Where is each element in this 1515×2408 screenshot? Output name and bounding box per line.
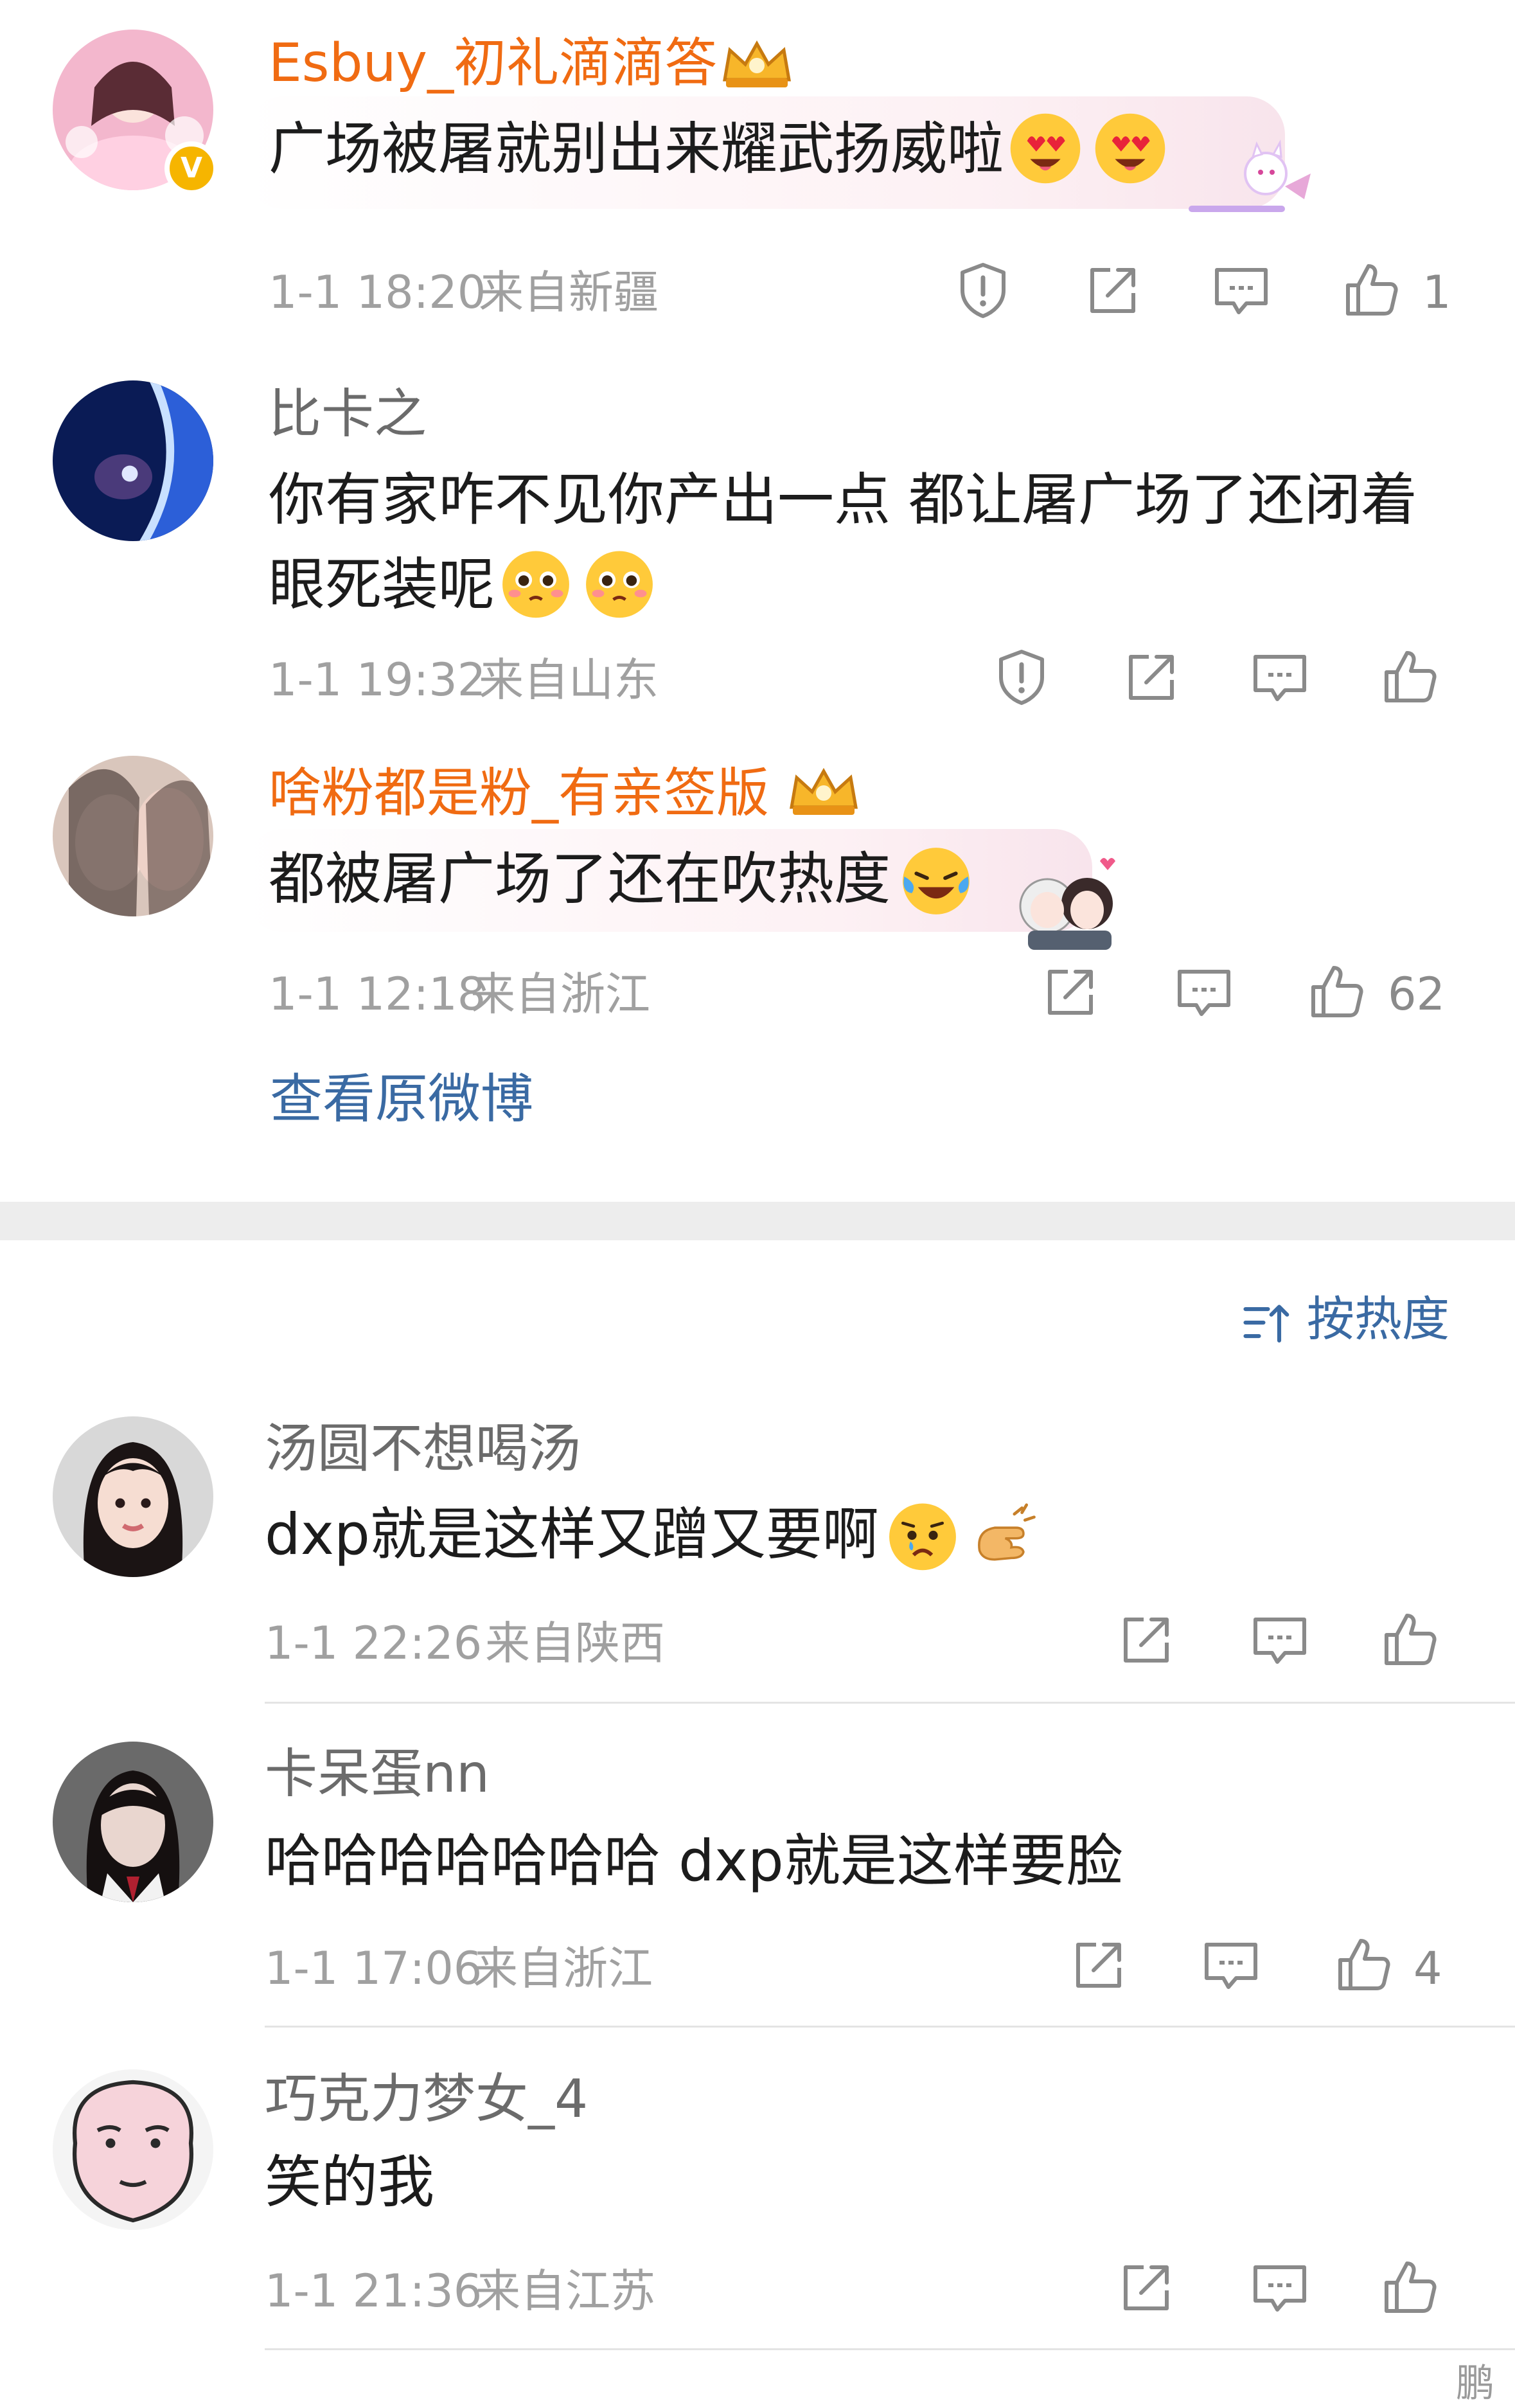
like-count: 1 — [1422, 266, 1451, 319]
comment-icon[interactable] — [1173, 961, 1235, 1023]
username[interactable]: Esbuy_初礼滴滴答 — [269, 37, 717, 90]
crying-laughing-emoji-icon — [903, 848, 970, 914]
avatar[interactable] — [53, 2069, 213, 2230]
comment-location: 来自浙江 — [470, 968, 650, 1021]
watermark: 鹏 — [1456, 2361, 1494, 2406]
heart-eyes-emoji-icon — [1010, 113, 1081, 184]
comment-location: 来自陕西 — [485, 1617, 665, 1670]
comment-icon[interactable] — [1210, 260, 1272, 321]
like-count: 4 — [1413, 1942, 1442, 1995]
like-icon[interactable] — [1306, 961, 1367, 1023]
like-icon[interactable] — [1333, 1934, 1394, 1996]
share-icon[interactable] — [1115, 2257, 1177, 2319]
username[interactable]: 汤圆不想喝汤 — [265, 1423, 581, 1476]
comment-time: 1-1 12:18 — [269, 968, 486, 1021]
comment-icon[interactable] — [1249, 2257, 1311, 2319]
share-icon[interactable] — [1068, 1934, 1130, 1996]
comment-text: 都被屠广场了还在吹热度 — [269, 846, 891, 912]
vip-crown-icon — [723, 40, 791, 87]
comment-text: 哈哈哈哈哈哈哈 dxp就是这样要脸 — [265, 1828, 1123, 1894]
sad-face-emoji-icon — [889, 1503, 956, 1571]
comment-text: 广场被屠就别出来耀武扬威啦 — [269, 116, 1004, 182]
comment-text: dxp就是这样又蹭又要啊 — [265, 1501, 879, 1567]
comment-time: 1-1 21:36 — [265, 2265, 483, 2317]
username[interactable]: 卡呆蛋nn — [265, 1748, 490, 1801]
like-count: 62 — [1388, 968, 1446, 1021]
avatar[interactable] — [53, 756, 213, 916]
heart-eyes-emoji-icon — [1095, 113, 1165, 184]
comment-icon[interactable] — [1249, 1609, 1311, 1671]
bubble-decoration-icon — [1019, 858, 1115, 950]
section-divider — [0, 1202, 1515, 1240]
report-icon[interactable] — [952, 260, 1014, 321]
comment-divider — [265, 2348, 1515, 2350]
like-icon[interactable] — [1340, 260, 1402, 321]
share-icon[interactable] — [1115, 1609, 1177, 1671]
avatar[interactable] — [53, 1742, 213, 1902]
comment-icon[interactable] — [1249, 647, 1311, 708]
sort-icon[interactable] — [1239, 1296, 1293, 1350]
comment-time: 1-1 22:26 — [265, 1617, 483, 1670]
like-icon[interactable] — [1379, 1609, 1440, 1671]
sort-by-hot-button[interactable]: 按热度 — [1307, 1296, 1449, 1343]
comment-location: 来自山东 — [479, 654, 659, 706]
bubble-decoration-icon — [1189, 139, 1311, 212]
comment-time: 1-1 18:20 — [269, 266, 486, 319]
beckoning-hand-emoji-icon — [978, 1503, 1036, 1561]
comment-location: 来自新疆 — [479, 266, 659, 319]
pleading-face-emoji-icon — [586, 551, 653, 618]
avatar[interactable] — [53, 380, 213, 541]
comment-location: 来自浙江 — [473, 1942, 653, 1995]
username[interactable]: 巧克力梦女_4 — [265, 2073, 588, 2126]
comment-text: 你有家咋不见你产出一点 都让屠广场了还闭着 — [269, 467, 1417, 533]
comment-time: 1-1 19:32 — [269, 654, 486, 706]
comment-text: 笑的我 — [265, 2149, 435, 2215]
like-icon[interactable] — [1379, 2257, 1440, 2319]
vip-crown-icon — [790, 767, 858, 815]
comment-location: 来自江苏 — [475, 2265, 655, 2317]
avatar[interactable] — [53, 1416, 213, 1577]
view-original-link[interactable]: 查看原微博 — [270, 1073, 533, 1126]
pleading-face-emoji-icon — [502, 551, 569, 618]
username[interactable]: 比卡之 — [269, 388, 427, 441]
like-icon[interactable] — [1379, 647, 1440, 708]
report-icon[interactable] — [991, 647, 1052, 708]
comment-time: 1-1 17:06 — [265, 1942, 483, 1995]
verified-badge-icon: V — [164, 141, 218, 195]
comment-icon[interactable] — [1200, 1934, 1262, 1996]
comment-text-line2: 眼死装呢 — [269, 551, 495, 618]
share-icon[interactable] — [1040, 961, 1101, 1023]
share-icon[interactable] — [1121, 647, 1182, 708]
share-icon[interactable] — [1082, 260, 1144, 321]
comment-divider — [265, 1702, 1515, 1704]
comment-divider — [265, 2026, 1515, 2028]
username[interactable]: 啥粉都是粉_有亲签版 — [269, 767, 769, 820]
